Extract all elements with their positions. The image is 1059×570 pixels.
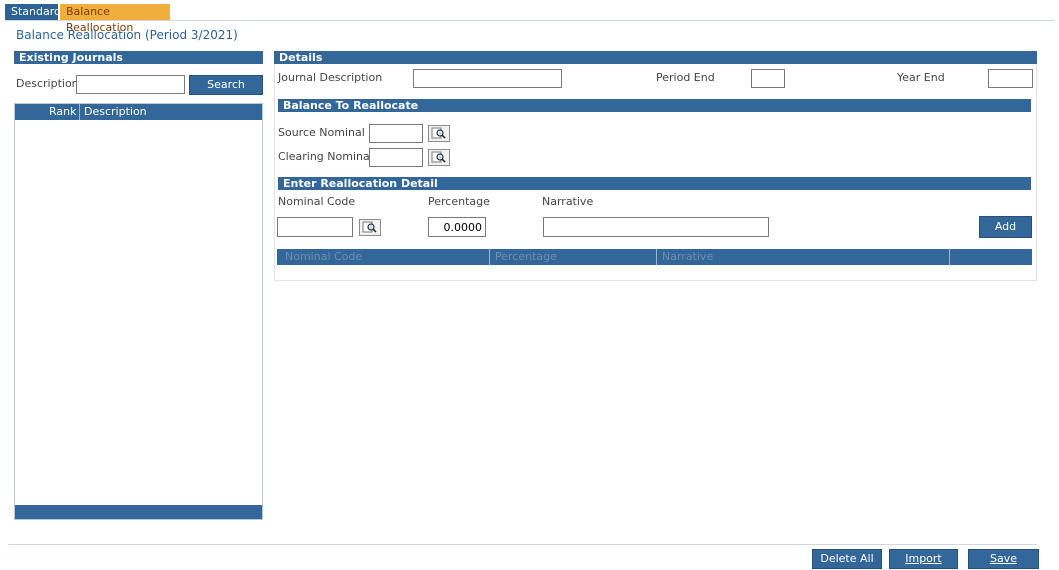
source-nominal-label: Source Nominal <box>278 126 365 139</box>
column-separator <box>489 249 490 265</box>
add-button[interactable]: Add <box>979 216 1032 238</box>
save-button-label: Save <box>989 552 1017 565</box>
save-button[interactable]: Save <box>968 549 1039 569</box>
magnifier-icon <box>362 221 377 233</box>
existing-journals-header: Existing Journals <box>14 51 263 64</box>
percentage-label: Percentage <box>428 195 490 208</box>
narrative-input[interactable] <box>543 217 769 237</box>
nominal-code-label: Nominal Code <box>278 195 356 208</box>
search-button[interactable]: Search <box>189 75 263 95</box>
import-button[interactable]: Import <box>889 549 958 569</box>
journal-description-input[interactable] <box>413 69 562 88</box>
clearing-nominal-label: Clearing Nominal <box>278 150 373 163</box>
reallocation-grid-header: Nominal Code Percentage Narrative <box>277 249 1032 265</box>
delete-all-button-label: Delete All <box>820 552 874 565</box>
column-header-nominal-code[interactable]: Nominal Code <box>281 249 486 265</box>
source-nominal-lookup-button[interactable] <box>428 125 450 142</box>
period-end-label: Period End <box>656 71 715 84</box>
column-header-description[interactable]: Description <box>80 104 230 120</box>
narrative-label: Narrative <box>542 195 594 208</box>
clearing-nominal-input[interactable] <box>369 148 423 167</box>
journals-list-footer <box>15 505 262 519</box>
details-header: Details <box>274 51 1037 64</box>
footer-divider <box>8 544 1037 545</box>
journal-search-description-input[interactable] <box>76 75 185 94</box>
nominal-code-lookup-button[interactable] <box>359 219 381 236</box>
column-separator <box>656 249 657 265</box>
add-button-label: Add <box>994 220 1017 233</box>
magnifier-icon <box>431 151 446 163</box>
search-button-label: Search <box>207 78 245 91</box>
column-header-narrative[interactable]: Narrative <box>658 249 948 265</box>
year-end-input[interactable] <box>988 69 1033 88</box>
magnifier-icon <box>431 127 446 139</box>
journal-search-description-label: Description <box>16 77 79 90</box>
tab-balance-reallocation[interactable]: Balance Reallocation <box>60 4 170 34</box>
source-nominal-input[interactable] <box>369 124 423 143</box>
import-button-label: Import <box>905 552 942 565</box>
journals-list-header: Rank Description <box>15 104 262 120</box>
journal-description-label: Journal Description <box>278 71 383 84</box>
column-separator <box>949 249 950 265</box>
balance-to-reallocate-header: Balance To Reallocate <box>278 99 1031 112</box>
page-title: Balance Reallocation (Period 3/2021) <box>16 28 238 42</box>
year-end-label: Year End <box>897 71 945 84</box>
tab-divider <box>5 20 1054 21</box>
reallocation-detail-header: Enter Reallocation Detail <box>278 177 1031 190</box>
percentage-input[interactable] <box>428 217 486 237</box>
column-header-percentage[interactable]: Percentage <box>491 249 656 265</box>
journals-list[interactable]: Rank Description <box>14 103 263 520</box>
tab-standard[interactable]: Standard <box>5 4 61 20</box>
period-end-input[interactable] <box>751 69 785 88</box>
delete-all-button[interactable]: Delete All <box>812 549 882 569</box>
nominal-code-input[interactable] <box>277 217 353 237</box>
clearing-nominal-lookup-button[interactable] <box>428 149 450 166</box>
